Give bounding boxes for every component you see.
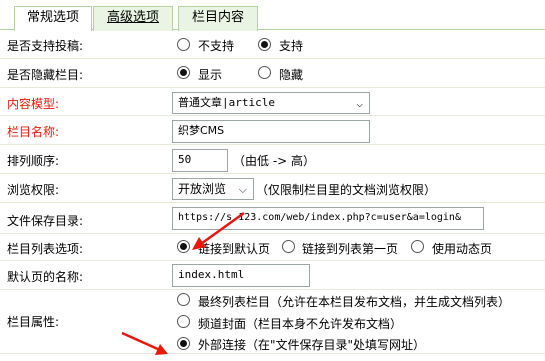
radio-hide[interactable] (258, 66, 271, 79)
column-name-label: 栏目名称: (7, 125, 60, 139)
radio-not-allow-label: 不支持 (198, 39, 235, 53)
radio-external-link-label: 外部连接（在"文件保存目录"处填写网址） (198, 338, 426, 352)
radio-channel-cover-label: 频道封面（栏目本身不允许发布文档） (198, 317, 403, 331)
row-list-options: 栏目列表选项: 链接到默认页 链接到列表第一页 使用动态页 (0, 234, 545, 261)
row-browse-permission: 浏览权限: 开放浏览 ⌵ （仅限制栏目里的文档浏览权限） (0, 174, 545, 203)
allow-submit-label: 是否支持投稿: (7, 39, 84, 53)
row-sort-order: 排列顺序: 50 （由低 -> 高） (0, 145, 545, 174)
radio-dynamic-page[interactable] (411, 240, 424, 253)
browse-permission-hint: （仅限制栏目里的文档浏览权限） (256, 183, 437, 197)
radio-final-list-label: 最终列表栏目（允许在本栏目发布文档，并生成文档列表） (198, 295, 511, 309)
radio-first-list-page[interactable] (282, 240, 295, 253)
browse-permission-select[interactable]: 开放浏览 ⌵ (172, 178, 254, 200)
radio-final-list[interactable] (177, 293, 190, 306)
row-hide-column: 是否隐藏栏目: 显示 隐藏 (0, 59, 545, 88)
hide-column-label: 是否隐藏栏目: (7, 68, 84, 82)
chevron-down-icon: ⌵ (356, 97, 363, 110)
row-column-attr: 栏目属性: 最终列表栏目（允许在本栏目发布文档，并生成文档列表） 频道封面（栏目… (0, 290, 545, 354)
radio-allow[interactable] (258, 38, 271, 51)
radio-hide-label: 隐藏 (279, 68, 304, 82)
browse-permission-label: 浏览权限: (7, 183, 60, 197)
row-allow-submit: 是否支持投稿: 不支持 支持 (0, 31, 545, 59)
red-arrow-icon (121, 331, 168, 355)
content-model-label: 内容模型: (7, 97, 60, 111)
sort-order-input[interactable]: 50 (172, 149, 228, 172)
tab-advanced[interactable]: 高级选项 (93, 6, 173, 31)
sort-order-hint: （由低 -> 高） (233, 154, 316, 168)
radio-allow-label: 支持 (279, 39, 304, 53)
tab-bar: 常规选项 高级选项 栏目内容 (0, 0, 545, 31)
radio-channel-cover[interactable] (177, 315, 190, 328)
row-save-dir: 文件保存目录: https://s.123.com/web/index.php?… (0, 203, 545, 234)
radio-default-page[interactable] (177, 240, 190, 253)
browse-permission-value: 开放浏览 (178, 182, 227, 196)
radio-show-label: 显示 (198, 68, 223, 82)
row-next-partial (0, 354, 545, 361)
column-name-input[interactable]: 织梦CMS (172, 120, 370, 143)
save-dir-label: 文件保存目录: (7, 214, 84, 228)
row-column-name: 栏目名称: 织梦CMS (0, 116, 545, 145)
content-model-select[interactable]: 普通文章|article ⌵ (172, 92, 370, 114)
default-page-input[interactable]: index.html (172, 264, 310, 287)
list-options-label: 栏目列表选项: (7, 242, 84, 256)
row-content-model: 内容模型: 普通文章|article ⌵ (0, 88, 545, 116)
sort-order-label: 排列顺序: (7, 154, 60, 168)
content-model-value: 普通文章|article (178, 96, 275, 109)
radio-external-link[interactable] (177, 337, 190, 350)
radio-not-allow[interactable] (177, 38, 190, 51)
column-attr-label: 栏目属性: (7, 315, 60, 329)
chevron-down-icon: ⌵ (238, 183, 247, 196)
tab-general[interactable]: 常规选项 (14, 6, 92, 31)
tab-content[interactable]: 栏目内容 (178, 6, 258, 31)
row-default-page: 默认页的名称: index.html (0, 261, 545, 290)
radio-show[interactable] (177, 66, 190, 79)
red-arrow-icon (192, 211, 245, 250)
default-page-label: 默认页的名称: (7, 270, 84, 284)
radio-dynamic-page-label: 使用动态页 (432, 242, 493, 256)
radio-first-list-page-label: 链接到列表第一页 (302, 242, 399, 256)
